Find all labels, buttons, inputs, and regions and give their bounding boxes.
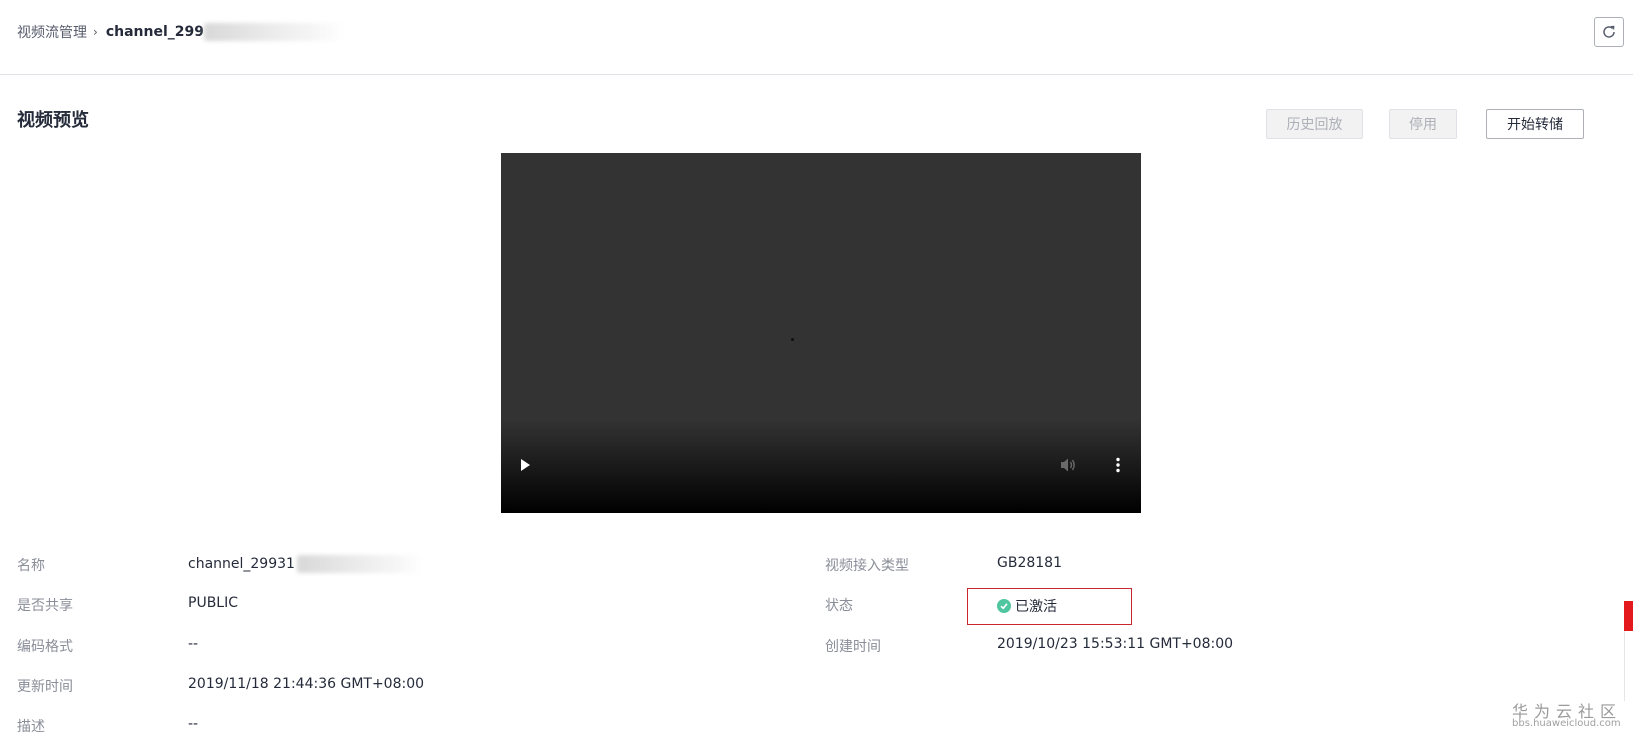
redacted-name-suffix [296,555,422,573]
name-value: channel_29931 [188,555,422,573]
created-time-value: 2019/10/23 15:53:11 GMT+08:00 [997,636,1234,652]
created-time-label: 创建时间 [825,639,881,655]
check-circle-icon [997,599,1011,613]
updated-time-label: 更新时间 [17,679,73,695]
breadcrumb-link-stream-management[interactable]: 视频流管理 [17,22,87,42]
volume-icon [1061,458,1075,472]
status-value: 已激活 [1015,599,1057,615]
updated-time-value: 2019/11/18 21:44:36 GMT+08:00 [188,676,425,692]
more-vertical-icon [1116,457,1120,473]
header-divider [0,74,1633,75]
play-button[interactable] [515,455,535,475]
shared-label: 是否共享 [17,598,73,614]
breadcrumb-current: channel_299 [105,24,204,40]
refresh-button[interactable] [1594,17,1624,47]
status-badge: 已激活 [997,596,1057,616]
description-value: -- [188,716,199,732]
encoding-label: 编码格式 [17,639,73,655]
loading-dot [791,338,794,341]
redacted-channel-suffix [203,23,344,41]
description-label: 描述 [17,719,45,735]
floating-feedback-tab[interactable] [1624,601,1633,631]
name-label: 名称 [17,558,45,574]
breadcrumb: 视频流管理 › channel_299 [17,22,344,42]
volume-button[interactable] [1059,455,1079,475]
refresh-icon [1603,25,1615,38]
access-type-value: GB28181 [997,555,1062,571]
floating-panel-edge [1624,631,1633,701]
encoding-value: -- [188,636,199,652]
video-player[interactable] [501,153,1141,513]
breadcrumb-separator: › [93,25,98,39]
access-type-label: 视频接入类型 [825,558,909,574]
status-label: 状态 [825,598,853,614]
disable-button[interactable]: 停用 [1389,109,1457,139]
history-playback-button[interactable]: 历史回放 [1266,109,1363,139]
name-value-text: channel_29931 [188,556,295,572]
more-options-button[interactable] [1108,455,1128,475]
shared-value: PUBLIC [188,595,238,611]
section-title: 视频预览 [17,110,89,131]
watermark-url: bbs.huaweicloud.com [1512,718,1621,729]
start-storage-button[interactable]: 开始转储 [1486,109,1584,139]
play-icon [521,459,530,471]
